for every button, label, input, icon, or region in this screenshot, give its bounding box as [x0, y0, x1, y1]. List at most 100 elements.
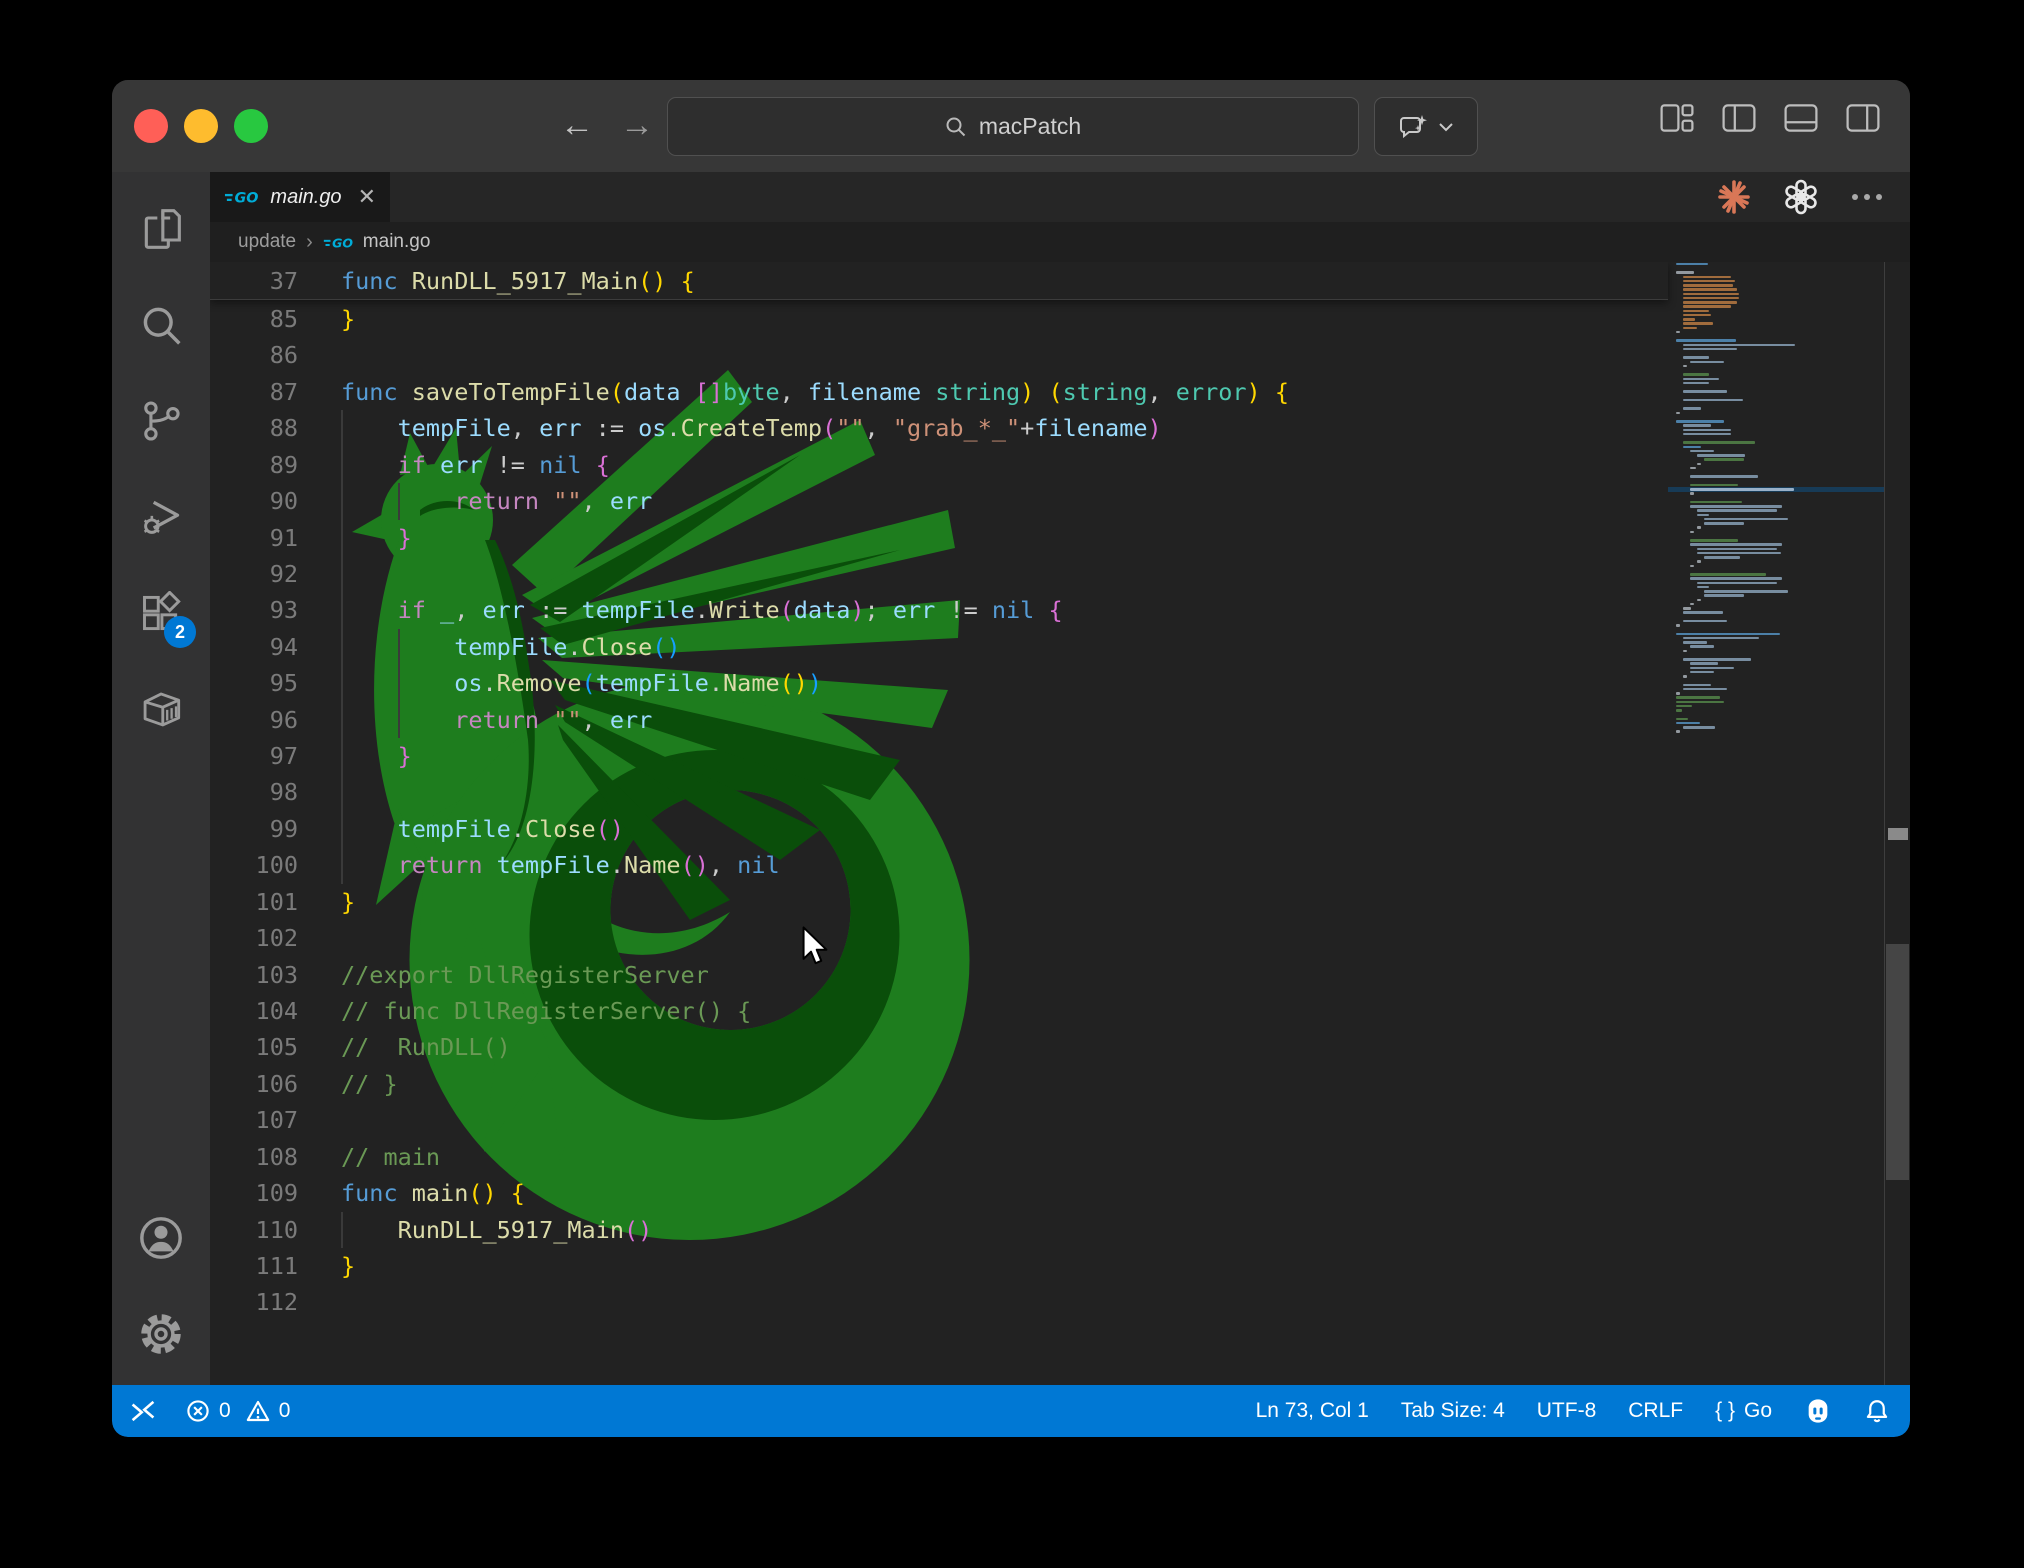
line-code: // main [341, 1139, 440, 1175]
indent-guide [341, 483, 343, 519]
code-line[interactable]: 110 RunDLL_5917_Main() [210, 1212, 1910, 1248]
indent-guide [341, 629, 343, 665]
toggle-secondary-sidebar-icon[interactable] [1846, 104, 1880, 132]
code-line[interactable]: 101} [210, 884, 1910, 920]
eol-sequence[interactable]: CRLF [1628, 1399, 1683, 1423]
code-line[interactable]: 111} [210, 1248, 1910, 1284]
line-number: 111 [210, 1248, 298, 1284]
line-number: 89 [210, 447, 298, 483]
code-line[interactable]: 106// } [210, 1066, 1910, 1102]
code-editor[interactable]: 37 func RunDLL_5917_Main() { 85}8687func… [210, 262, 1910, 1385]
line-code: // RunDLL() [341, 1029, 511, 1065]
breadcrumb-file[interactable]: main.go [363, 231, 431, 253]
run-debug-icon[interactable] [130, 486, 192, 548]
code-line[interactable]: 93 if _, err := tempFile.Write(data); er… [210, 592, 1910, 628]
minimap[interactable] [1668, 262, 1884, 734]
code-line[interactable]: 99 tempFile.Close() [210, 811, 1910, 847]
tab-bar: GO main.go ✕ [210, 172, 1910, 222]
account-icon[interactable] [130, 1207, 192, 1269]
minimap-slider[interactable] [1888, 828, 1908, 840]
line-number: 94 [210, 629, 298, 665]
line-number: 88 [210, 410, 298, 446]
remote-indicator[interactable] [130, 1398, 156, 1424]
customize-layout-icon[interactable] [1660, 104, 1694, 132]
line-code: } [341, 1248, 355, 1284]
minimize-window-button[interactable] [184, 109, 218, 143]
problems-indicator[interactable]: 0 0 [186, 1399, 290, 1423]
toggle-primary-sidebar-icon[interactable] [1722, 104, 1756, 132]
notifications[interactable] [1864, 1398, 1890, 1424]
line-code: os.Remove(tempFile.Name()) [341, 665, 822, 701]
code-line[interactable]: 107 [210, 1102, 1910, 1138]
tab-main-go[interactable]: GO main.go ✕ [210, 172, 390, 222]
indent-guide [398, 629, 400, 665]
code-line[interactable]: 86 [210, 337, 1910, 373]
more-actions-icon[interactable] [1850, 192, 1884, 202]
explorer-icon[interactable] [130, 198, 192, 260]
zoom-window-button[interactable] [234, 109, 268, 143]
code-line[interactable]: 90 return "", err [210, 483, 1910, 519]
code-line[interactable]: 89 if err != nil { [210, 447, 1910, 483]
line-number: 96 [210, 702, 298, 738]
code-line[interactable]: 92 [210, 556, 1910, 592]
indent-guide [341, 811, 343, 847]
code-line[interactable]: 109func main() { [210, 1175, 1910, 1211]
breadcrumb-folder[interactable]: update [238, 231, 296, 253]
encoding[interactable]: UTF-8 [1537, 1399, 1597, 1423]
close-window-button[interactable] [134, 109, 168, 143]
chat-toggle-button[interactable] [1374, 97, 1478, 156]
line-number: 92 [210, 556, 298, 592]
code-line[interactable]: 95 os.Remove(tempFile.Name()) [210, 665, 1910, 701]
code-line[interactable]: 108// main [210, 1139, 1910, 1175]
line-code: RunDLL_5917_Main() [341, 1212, 652, 1248]
code-line[interactable]: 103//export DllRegisterServer [210, 957, 1910, 993]
svg-text:GO: GO [332, 235, 353, 250]
copilot-status[interactable] [1804, 1398, 1832, 1424]
minimap-row [1668, 730, 1884, 734]
line-number: 105 [210, 1029, 298, 1065]
code-line[interactable]: 87func saveToTempFile(data []byte, filen… [210, 374, 1910, 410]
copilot-icon [1804, 1398, 1832, 1424]
vertical-scrollbar-thumb[interactable] [1886, 944, 1909, 1180]
line-number: 85 [210, 301, 298, 337]
openai-logo-icon[interactable] [1782, 178, 1820, 216]
line-number: 102 [210, 920, 298, 956]
code-line[interactable]: 88 tempFile, err := os.CreateTemp("", "g… [210, 410, 1910, 446]
cursor-position[interactable]: Ln 73, Col 1 [1256, 1399, 1369, 1423]
chevron-down-icon [1438, 122, 1454, 132]
sticky-scroll-line[interactable]: 37 func RunDLL_5917_Main() { [210, 262, 1668, 300]
code-line[interactable]: 85} [210, 301, 1910, 337]
container-tools-icon[interactable] [130, 678, 192, 740]
source-control-icon[interactable] [130, 390, 192, 452]
claude-starburst-icon[interactable] [1716, 179, 1752, 215]
line-number: 106 [210, 1066, 298, 1102]
code-line[interactable]: 102 [210, 920, 1910, 956]
line-code: func saveToTempFile(data []byte, filenam… [341, 374, 1289, 410]
settings-gear-icon[interactable] [130, 1303, 192, 1365]
line-code: return "", err [341, 702, 652, 738]
indent-guide [341, 556, 343, 592]
breadcrumb: update › GO main.go [210, 222, 1910, 262]
command-center-search[interactable]: macPatch [667, 97, 1359, 156]
code-line[interactable]: 97 } [210, 738, 1910, 774]
code-line[interactable]: 94 tempFile.Close() [210, 629, 1910, 665]
code-line[interactable]: 100 return tempFile.Name(), nil [210, 847, 1910, 883]
code-line[interactable]: 91 } [210, 520, 1910, 556]
indentation[interactable]: Tab Size: 4 [1401, 1399, 1505, 1423]
extensions-icon[interactable]: 2 [130, 582, 192, 644]
code-line[interactable]: 98 [210, 774, 1910, 810]
code-line[interactable]: 104// func DllRegisterServer() { [210, 993, 1910, 1029]
code-line[interactable]: 96 return "", err [210, 702, 1910, 738]
line-code: //export DllRegisterServer [341, 957, 709, 993]
tab-close-icon[interactable]: ✕ [358, 184, 376, 210]
line-number: 95 [210, 665, 298, 701]
back-arrow-icon[interactable]: ← [560, 106, 594, 145]
language-mode[interactable]: { } Go [1715, 1399, 1772, 1423]
search-view-icon[interactable] [130, 294, 192, 356]
forward-arrow-icon[interactable]: → [620, 106, 654, 145]
toggle-panel-icon[interactable] [1784, 104, 1818, 132]
line-number: 90 [210, 483, 298, 519]
line-code: // func DllRegisterServer() { [341, 993, 751, 1029]
code-line[interactable]: 112 [210, 1284, 1910, 1320]
code-line[interactable]: 105 // RunDLL() [210, 1029, 1910, 1065]
